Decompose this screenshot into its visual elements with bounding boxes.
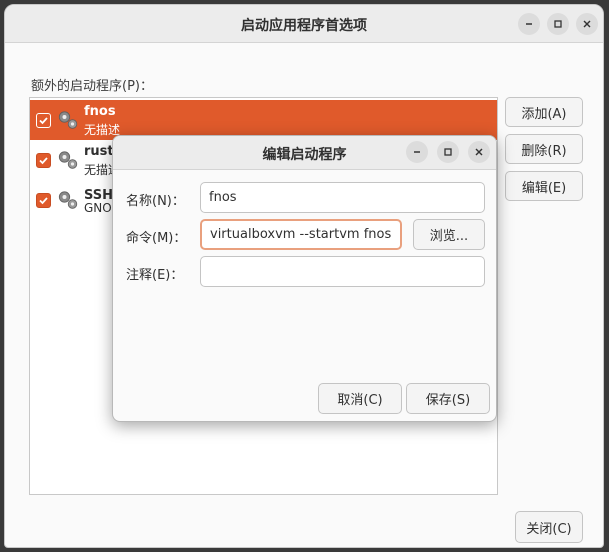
dialog-maximize-button[interactable] [437,141,459,163]
main-titlebar[interactable]: 启动应用程序首选项 [5,5,603,43]
close-button[interactable]: 关闭(C) [515,511,583,543]
checkmark-icon [39,157,48,165]
checkmark-icon [39,117,48,125]
checkmark-icon [39,197,48,205]
close-window-button[interactable] [576,13,598,35]
command-field[interactable]: virtualboxvm --startvm fnos [200,219,402,250]
name-field[interactable]: fnos [200,182,485,213]
enabled-checkbox[interactable] [36,113,51,128]
window-title: 启动应用程序首选项 [241,18,367,34]
startup-programs-label: 额外的启动程序(P)： [31,79,153,94]
maximize-icon [444,148,452,156]
minimize-icon [414,151,420,153]
edit-startup-program-dialog: 编辑启动程序 名称(N)： fnos 命令(M)： virtualboxvm -… [112,135,497,422]
dialog-close-button[interactable] [468,141,490,163]
enabled-checkbox[interactable] [36,193,51,208]
startup-list-row[interactable]: fnos 无描述 [30,100,497,140]
maximize-icon [554,20,562,28]
maximize-button[interactable] [547,13,569,35]
add-button[interactable]: 添加(A) [505,97,583,127]
command-field-value: virtualboxvm --startvm fnos [210,227,392,242]
save-button[interactable]: 保存(S) [406,383,490,414]
cancel-button[interactable]: 取消(C) [318,383,402,414]
startup-item-name: fnos [84,104,116,119]
comment-label: 注释(E)： [126,268,184,283]
command-label: 命令(M)： [126,231,187,246]
dialog-minimize-button[interactable] [406,141,428,163]
gears-icon [56,148,80,172]
close-icon [583,20,591,28]
name-label: 名称(N)： [126,194,185,209]
gears-icon [56,108,80,132]
minimize-icon [526,23,532,25]
remove-button[interactable]: 删除(R) [505,134,583,164]
dialog-titlebar[interactable]: 编辑启动程序 [113,136,496,170]
name-field-value: fnos [209,190,237,205]
enabled-checkbox[interactable] [36,153,51,168]
comment-field[interactable] [200,256,485,287]
minimize-button[interactable] [518,13,540,35]
browse-button[interactable]: 浏览... [413,219,485,250]
gears-icon [56,188,80,212]
edit-button[interactable]: 编辑(E) [505,171,583,201]
close-icon [475,148,483,156]
